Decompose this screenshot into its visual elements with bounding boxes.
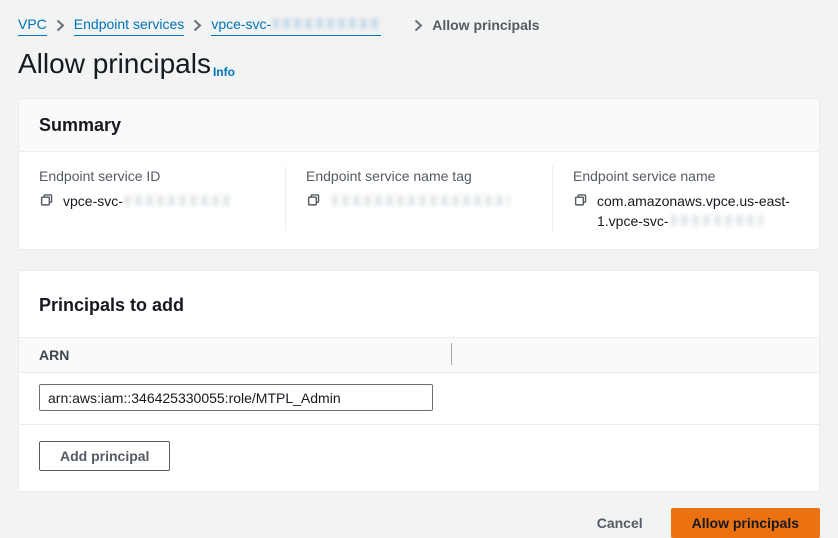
summary-body: Endpoint service ID vpce-svc- Endpoint s… (19, 152, 819, 249)
redacted-value (125, 195, 231, 206)
redacted-value (332, 195, 510, 206)
principals-title: Principals to add (39, 293, 799, 317)
chevron-right-icon (193, 19, 202, 32)
redacted-service-id (273, 18, 381, 29)
field-label: Endpoint service ID (39, 166, 267, 186)
summary-field-endpoint-service-name-tag: Endpoint service name tag (285, 166, 552, 231)
breadcrumb-vpc-link[interactable]: VPC (18, 14, 47, 36)
chevron-right-icon (414, 19, 423, 32)
arn-column-label: ARN (39, 347, 69, 363)
column-resize-handle[interactable] (451, 343, 452, 365)
page-header: Allow principals Info (18, 46, 820, 82)
chevron-right-icon (56, 19, 65, 32)
service-id-prefix: vpce-svc- (211, 16, 271, 32)
breadcrumb: VPC Endpoint services vpce-svc- Allow pr… (0, 0, 838, 36)
add-principal-button[interactable]: Add principal (39, 441, 170, 471)
breadcrumb-current-page: Allow principals (432, 15, 539, 35)
principals-panel: Principals to add ARN Add principal (18, 270, 820, 492)
field-label: Endpoint service name (573, 166, 801, 186)
arn-input[interactable] (39, 384, 433, 411)
breadcrumb-service-id-link[interactable]: vpce-svc- (211, 14, 381, 36)
field-value (330, 191, 510, 211)
copy-icon[interactable] (39, 192, 54, 211)
arn-input-row (19, 373, 819, 425)
info-link[interactable]: Info (213, 65, 235, 79)
arn-column-header: ARN (19, 337, 819, 373)
add-principal-row: Add principal (19, 425, 819, 491)
principals-panel-header: Principals to add (19, 271, 819, 337)
summary-panel-header: Summary (19, 99, 819, 152)
field-value: vpce-svc- (63, 191, 231, 211)
summary-field-endpoint-service-name: Endpoint service name com.amazonaws.vpce… (552, 166, 819, 231)
summary-field-endpoint-service-id: Endpoint service ID vpce-svc- (19, 166, 285, 231)
page-title: Allow principals (18, 46, 211, 82)
copy-icon[interactable] (306, 192, 321, 211)
breadcrumb-endpoint-services-link[interactable]: Endpoint services (74, 14, 185, 36)
cancel-button[interactable]: Cancel (597, 515, 643, 531)
field-value: com.amazonaws.vpce.us-east-1.vpce-svc- (597, 191, 801, 231)
summary-panel: Summary Endpoint service ID vpce-svc- En… (18, 98, 820, 250)
field-label: Endpoint service name tag (306, 166, 534, 186)
summary-title: Summary (39, 113, 799, 137)
redacted-value (671, 215, 763, 226)
copy-icon[interactable] (573, 192, 588, 211)
